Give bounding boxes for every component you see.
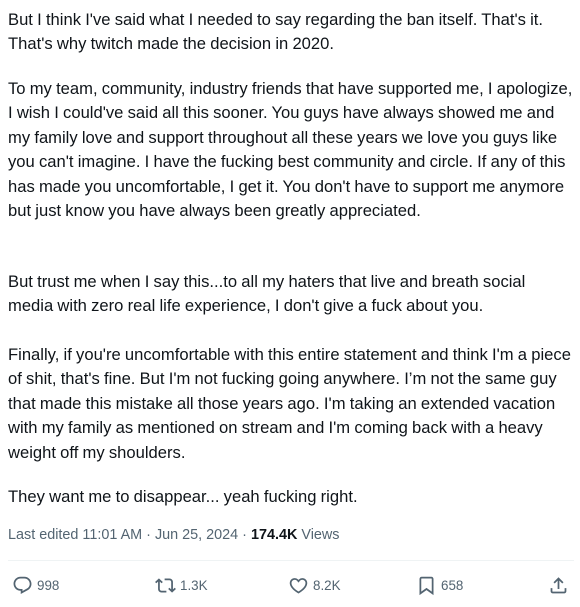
post-paragraph: They want me to disappear... yeah fuckin…	[8, 487, 358, 506]
post-paragraph: But trust me when I say this...to all my…	[8, 272, 526, 316]
meta-separator: ·	[146, 527, 151, 543]
post-date[interactable]: Jun 25, 2024	[155, 527, 238, 543]
post-metadata: Last edited 11:01 AM · Jun 25, 2024 · 17…	[8, 525, 340, 545]
reply-icon	[13, 576, 32, 594]
repost-button[interactable]: 1.3K	[155, 573, 208, 597]
post-paragraph: To my team, community, industry friends …	[8, 79, 573, 221]
bookmark-icon	[419, 576, 434, 595]
share-icon	[550, 576, 567, 593]
meta-separator: ·	[242, 527, 247, 543]
heart-icon	[289, 577, 308, 594]
views-label: Views	[301, 527, 340, 543]
repost-icon	[155, 577, 176, 593]
like-button[interactable]: 8.2K	[288, 573, 341, 597]
edited-label[interactable]: Last edited	[8, 527, 78, 543]
action-bar: 998 1.3K 8.2K 658	[8, 573, 574, 597]
reply-count: 998	[37, 577, 60, 593]
bookmark-count: 658	[441, 577, 464, 593]
share-button[interactable]	[548, 573, 573, 597]
post-paragraph: But I think I've said what I needed to s…	[8, 10, 544, 54]
like-count: 8.2K	[313, 577, 341, 593]
bookmark-button[interactable]: 658	[416, 573, 463, 597]
views-count[interactable]: 174.4K	[251, 527, 297, 543]
reply-button[interactable]: 998	[12, 573, 59, 597]
post-paragraph: Finally, if you're uncomfortable with th…	[8, 345, 571, 462]
post-time[interactable]: 11:01 AM	[82, 527, 142, 543]
divider	[8, 560, 574, 561]
repost-count: 1.3K	[180, 577, 208, 593]
